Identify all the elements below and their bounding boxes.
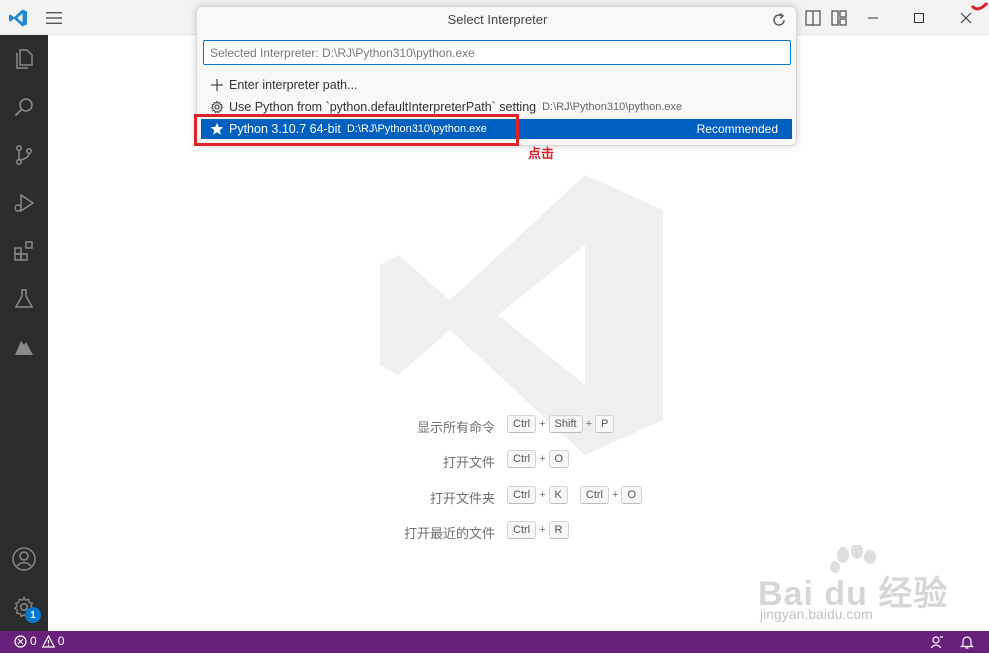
problems-indicator[interactable]: 0 0 xyxy=(14,634,67,648)
key: Shift xyxy=(548,415,583,433)
accounts-button[interactable] xyxy=(0,535,48,583)
key: O xyxy=(548,450,570,468)
key: Ctrl xyxy=(507,521,537,539)
menu-icon[interactable] xyxy=(44,9,64,27)
feedback-icon[interactable] xyxy=(930,635,944,649)
key: P xyxy=(595,415,615,433)
maximize-icon xyxy=(914,12,924,23)
customize-layout-icon[interactable] xyxy=(829,8,849,28)
shortcut-open-recent[interactable]: 打开最近的文件 Ctrl + R xyxy=(300,520,700,542)
key: Ctrl xyxy=(507,486,537,504)
shortcut-open-folder[interactable]: 打开文件夹 Ctrl + K Ctrl + O xyxy=(300,485,700,507)
item-label: Use Python from `python.defaultInterpret… xyxy=(229,100,537,114)
files-icon xyxy=(16,49,33,69)
shortcut-keys: Ctrl + Shift + P xyxy=(505,415,616,433)
highlight-box xyxy=(194,114,519,146)
search-icon xyxy=(14,98,33,117)
source-control-button[interactable] xyxy=(0,131,48,179)
toggle-panel-icon[interactable] xyxy=(803,8,823,28)
settings-badge: 1 xyxy=(25,607,41,623)
mountain-icon xyxy=(15,341,33,355)
shortcut-keys: Ctrl + K Ctrl + O xyxy=(505,486,644,504)
testing-button[interactable] xyxy=(0,275,48,323)
source-control-icon xyxy=(15,144,33,166)
item-description: D:\RJ\Python310\python.exe xyxy=(542,101,683,113)
minimize-button[interactable] xyxy=(850,0,896,35)
shortcut-label: 显示所有命令 xyxy=(416,420,495,435)
shortcut-label: 打开最近的文件 xyxy=(403,526,495,541)
quickpick-title: Select Interpreter xyxy=(447,12,548,27)
baidu-watermark-url: jingyan.baidu.com xyxy=(760,606,873,622)
extensions-icon xyxy=(14,241,33,261)
account-icon xyxy=(12,547,36,571)
enter-interpreter-path-item[interactable]: Enter interpreter path... xyxy=(201,75,792,95)
run-debug-icon xyxy=(14,193,35,213)
bell-icon[interactable] xyxy=(960,635,974,649)
key: Ctrl xyxy=(579,486,609,504)
flask-icon xyxy=(14,289,34,308)
vscode-logo-icon xyxy=(9,9,27,27)
error-icon xyxy=(14,634,27,648)
shortcut-label: 打开文件 xyxy=(442,455,495,470)
key: O xyxy=(621,486,642,504)
minimize-icon xyxy=(868,17,878,18)
close-icon xyxy=(960,12,972,23)
key: R xyxy=(548,521,569,539)
error-count: 0 xyxy=(30,634,37,648)
key: Ctrl xyxy=(507,450,537,468)
key: K xyxy=(548,486,568,504)
key: Ctrl xyxy=(507,415,537,433)
interpreter-search-input[interactable] xyxy=(203,40,791,65)
status-bar: 0 0 xyxy=(0,631,989,653)
plus-icon xyxy=(209,77,225,93)
run-debug-button[interactable] xyxy=(0,179,48,227)
shortcut-open-file[interactable]: 打开文件 Ctrl + O xyxy=(300,449,700,471)
remote-explorer-button[interactable] xyxy=(0,323,48,371)
recommended-badge: Recommended xyxy=(696,122,778,136)
shortcut-keys: Ctrl + R xyxy=(505,521,571,539)
gear-icon xyxy=(209,99,225,115)
maximize-button[interactable] xyxy=(896,0,942,35)
manage-button[interactable] xyxy=(0,583,48,631)
shortcut-show-commands[interactable]: 显示所有命令 Ctrl + Shift + P xyxy=(300,414,700,436)
corner-mark-icon xyxy=(970,1,989,11)
click-annotation: 点击 xyxy=(528,146,555,161)
item-label: Enter interpreter path... xyxy=(229,78,358,92)
warning-icon xyxy=(41,634,55,648)
refresh-icon[interactable] xyxy=(770,11,788,29)
shortcut-keys: Ctrl + O xyxy=(505,450,571,468)
search-button[interactable] xyxy=(0,83,48,131)
warning-count: 0 xyxy=(57,634,65,648)
explorer-button[interactable] xyxy=(0,35,48,83)
activity-bar: 1 xyxy=(0,35,48,631)
shortcut-label: 打开文件夹 xyxy=(429,491,495,506)
extensions-button[interactable] xyxy=(0,227,48,275)
